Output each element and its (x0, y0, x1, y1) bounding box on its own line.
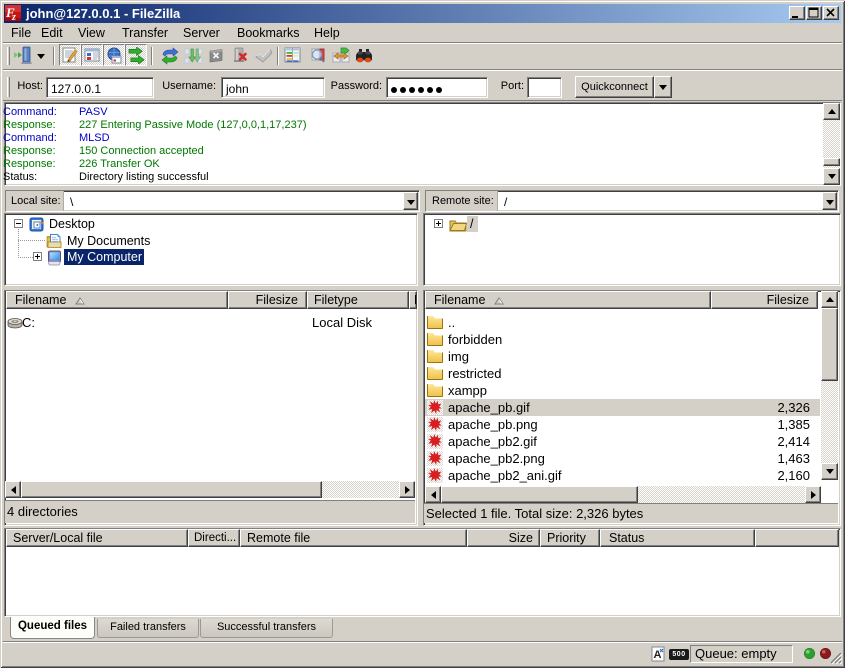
svg-text:A: A (654, 649, 662, 661)
svg-text:z: z (11, 12, 16, 21)
